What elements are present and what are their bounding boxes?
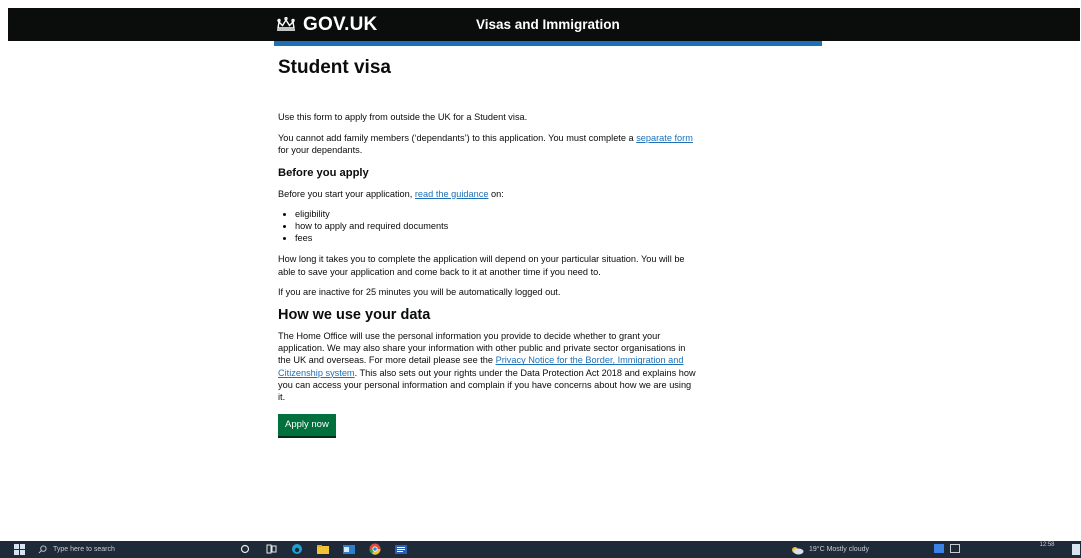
data-paragraph: The Home Office will use the personal in…: [278, 330, 698, 403]
system-tray: [934, 544, 960, 553]
intro-paragraph: Use this form to apply from outside the …: [278, 112, 528, 122]
duration-paragraph: How long it takes you to complete the ap…: [278, 254, 685, 277]
before-text-end: on:: [488, 188, 504, 199]
windows-start-button[interactable]: [14, 544, 26, 555]
how-we-use-data-heading: How we use your data: [278, 307, 431, 324]
govuk-logo-link[interactable]: GOV.UK: [275, 14, 377, 36]
dependants-paragraph: You cannot add family members (‘dependan…: [278, 132, 698, 156]
header-accent-bar: [274, 41, 822, 46]
taskbar-apps: [239, 543, 421, 555]
logo-text: GOV.UK: [303, 13, 378, 35]
list-item: eligibility: [295, 208, 698, 220]
guidance-list: eligibility how to apply and required do…: [278, 208, 698, 245]
clock-time: 12:58: [1039, 542, 1055, 548]
inactive-paragraph: If you are inactive for 25 minutes you w…: [278, 286, 561, 297]
weather-text: 19°C Mostly cloudy: [809, 546, 869, 553]
cloudy-weather-icon: [792, 546, 804, 554]
windows-taskbar: Type here to search 19°C Mostly cloudy 1…: [0, 541, 1081, 558]
word-icon[interactable]: [395, 543, 407, 555]
taskbar-clock[interactable]: 12:58: [1027, 541, 1067, 558]
page-title: Student visa: [278, 57, 391, 78]
chat-icon[interactable]: [950, 544, 960, 553]
crown-icon: [277, 16, 295, 31]
service-name-link[interactable]: Visas and Immigration: [476, 8, 620, 41]
task-view-icon[interactable]: [265, 543, 277, 555]
notification-icon[interactable]: [1072, 544, 1080, 555]
dependants-text: You cannot add family members (‘dependan…: [278, 133, 637, 144]
before-paragraph: Before you start your application, read …: [278, 188, 698, 200]
cortana-icon[interactable]: [239, 543, 251, 555]
top-margin: [0, 0, 1081, 8]
main-content: Student visa Use this form to apply from…: [278, 56, 698, 437]
network-icon[interactable]: [934, 544, 944, 553]
before-text: Before you start your application,: [278, 188, 415, 199]
list-item: fees: [295, 232, 698, 244]
govuk-header: GOV.UK Visas and Immigration: [8, 8, 1080, 41]
edge-browser-icon[interactable]: [291, 543, 303, 555]
apply-now-button[interactable]: Apply now: [278, 414, 336, 437]
search-icon: [38, 545, 47, 554]
taskbar-weather[interactable]: 19°C Mostly cloudy: [790, 543, 869, 556]
separate-form-link[interactable]: separate form: [636, 133, 693, 143]
chrome-icon[interactable]: [369, 543, 381, 555]
outlook-icon[interactable]: [343, 543, 355, 555]
list-item: how to apply and required documents: [295, 220, 698, 232]
file-explorer-icon[interactable]: [317, 543, 329, 555]
search-placeholder: Type here to search: [53, 546, 115, 553]
read-guidance-link[interactable]: read the guidance: [415, 189, 489, 199]
taskbar-search-box[interactable]: Type here to search: [38, 543, 115, 556]
before-you-apply-heading: Before you apply: [278, 166, 369, 179]
dependants-text-end: for your dependants.: [278, 145, 363, 156]
